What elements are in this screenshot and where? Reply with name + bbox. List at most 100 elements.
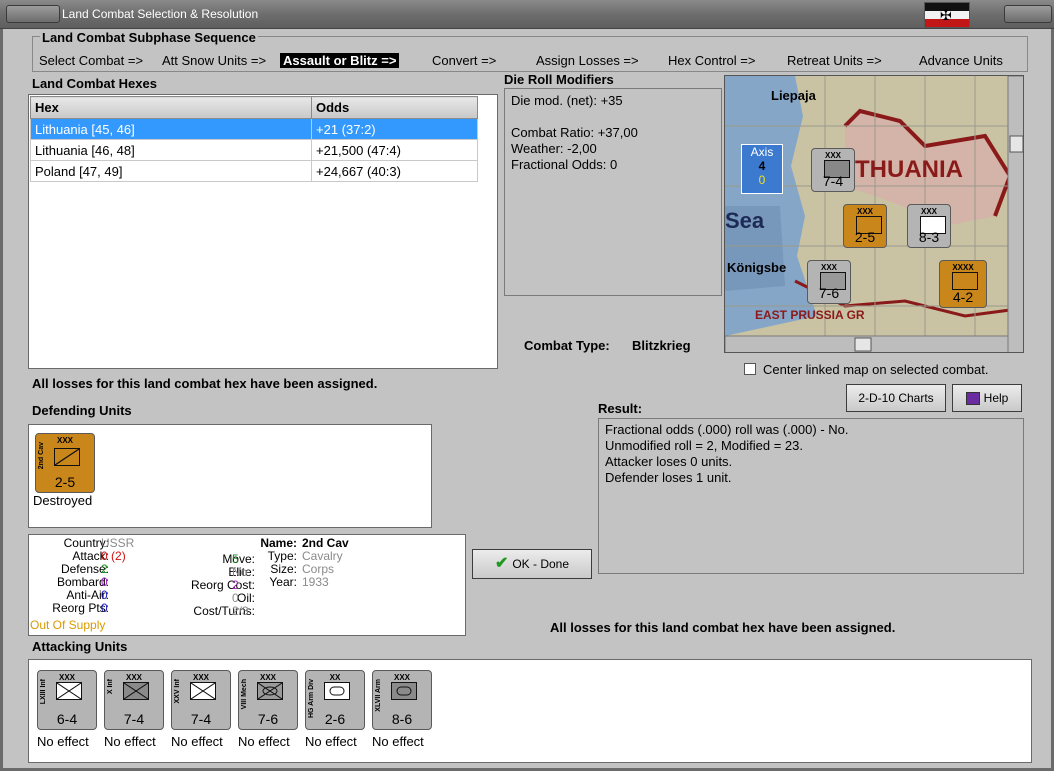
table-row[interactable]: Lithuania [45, 46] +21 (37:2)	[30, 118, 478, 140]
counter-strength: 7-4	[123, 711, 145, 727]
counter-unit-name: XXV Inf	[174, 679, 181, 704]
defending-units-panel: XXX 2nd Cav 2-5 Destroyed	[28, 424, 432, 528]
counter-strength: 2-6	[324, 711, 346, 727]
map-counter[interactable]: XXX 2-5	[843, 204, 887, 248]
counter-strength: 6-4	[56, 711, 78, 727]
table-row[interactable]: Poland [47, 49] +24,667 (40:3)	[30, 160, 478, 182]
attacking-unit-status: No effect	[171, 734, 223, 749]
center-map-checkbox[interactable]	[744, 363, 756, 375]
close-button[interactable]	[1004, 5, 1052, 23]
unit-info-panel: Country: Attack: Defense: Bombard: Anti-…	[28, 534, 466, 636]
mech-symbol-icon	[257, 682, 283, 700]
center-map-checkbox-label: Center linked map on selected combat.	[763, 362, 989, 377]
result-panel: Fractional odds (.000) roll was (.000) -…	[598, 418, 1024, 574]
table-row[interactable]: Lithuania [46, 48] +21,500 (47:4)	[30, 139, 478, 161]
attacking-unit-status: No effect	[372, 734, 424, 749]
help-book-icon	[965, 392, 980, 406]
odds-cell: +24,667 (40:3)	[311, 160, 478, 182]
hex-cell: Lithuania [46, 48]	[30, 139, 312, 161]
supply-status: Out Of Supply	[30, 618, 106, 632]
infantry-symbol-icon	[190, 682, 216, 700]
mini-map[interactable]: Liepaja Axis 4 0 THUANIA Sea Königsbe EA…	[724, 75, 1024, 353]
hexes-list[interactable]: Hex Odds Lithuania [45, 46] +21 (37:2) L…	[28, 94, 498, 369]
column-header-odds[interactable]: Odds	[311, 96, 478, 119]
map-counter[interactable]: XXX 7-4	[811, 148, 855, 192]
attack-extra: (2)	[111, 549, 126, 563]
reorgpts-label: Reorg Pts:	[52, 601, 109, 615]
counter-strength: 8-3	[918, 229, 940, 245]
axis-marker-sub: 0	[758, 173, 766, 187]
counter-strength: 4-2	[952, 289, 974, 305]
map-counter[interactable]: XXX 7-6	[807, 260, 851, 304]
modifier-line: Fractional Odds: 0	[511, 157, 618, 172]
odds-cell: +21 (37:2)	[311, 118, 478, 140]
help-button-label: Help	[983, 391, 1009, 405]
ok-done-button-label: OK - Done	[512, 557, 570, 571]
modifier-line: Combat Ratio: +37,00	[511, 125, 638, 140]
attacking-unit-counter[interactable]: XXX LXIII Inf 6-4	[37, 670, 97, 730]
defending-heading: Defending Units	[32, 403, 132, 418]
counter-strength: 2-5	[854, 229, 876, 245]
column-header-hex[interactable]: Hex	[30, 96, 312, 119]
counter-size: XXX	[920, 207, 937, 216]
counter-unit-name: X Inf	[107, 679, 114, 695]
attacking-unit-counter[interactable]: XXX VIII Mech 7-6	[238, 670, 298, 730]
map-label-lithuania: THUANIA	[855, 156, 963, 183]
seq-step-convert: Convert =>	[432, 53, 497, 68]
seq-step-att-snow-units: Att Snow Units =>	[162, 53, 267, 68]
counter-size: XXX	[824, 151, 841, 160]
modifier-line	[511, 109, 638, 125]
counter-unit-name: LXIII Inf	[40, 679, 47, 705]
map-counter[interactable]: XXXX 4-2	[939, 260, 987, 308]
combat-type-value: Blitzkrieg	[632, 338, 691, 353]
attacking-unit-status: No effect	[305, 734, 357, 749]
attacking-units-panel: XXX LXIII Inf 6-4 No effect XXX X Inf 7-…	[28, 659, 1032, 763]
counter-strength: 2-5	[54, 474, 76, 490]
ok-done-button[interactable]: ✔ OK - Done	[472, 549, 592, 579]
map-label-east-prussia: EAST PRUSSIA GR	[755, 308, 865, 322]
axis-marker: Axis 4 0	[741, 144, 783, 194]
attacker-slot: XXX VIII Mech 7-6 No effect	[234, 664, 298, 760]
armor-symbol-icon	[391, 682, 417, 700]
attacking-unit-counter[interactable]: XXX X Inf 7-4	[104, 670, 164, 730]
map-counter[interactable]: XXX 8-3	[907, 204, 951, 248]
checkmark-icon: ✔	[494, 555, 509, 572]
counter-strength: 7-6	[818, 285, 840, 301]
axis-marker-label: Axis	[750, 145, 774, 159]
infantry-symbol-icon	[952, 272, 978, 290]
armor-symbol-icon	[324, 682, 350, 700]
system-menu-button[interactable]	[6, 5, 60, 23]
year-label: Year:	[269, 575, 297, 589]
iron-cross-icon: ✠	[940, 7, 952, 23]
help-button[interactable]: Help	[952, 384, 1022, 412]
counter-strength: 7-6	[257, 711, 279, 727]
attacking-unit-status: No effect	[238, 734, 290, 749]
counter-size: XXXX	[952, 263, 974, 272]
combat-type-label: Combat Type:	[524, 338, 610, 353]
attacker-slot: XXX X Inf 7-4 No effect	[100, 664, 164, 760]
counter-unit-name: VIII Mech	[241, 679, 248, 710]
seq-step-retreat-units: Retreat Units =>	[787, 53, 882, 68]
map-label-konigsberg: Königsbe	[727, 260, 787, 275]
counter-size: XXX	[856, 207, 873, 216]
odds-cell: +21,500 (47:4)	[311, 139, 478, 161]
attacking-unit-counter[interactable]: XXX XLVII Arm 8-6	[372, 670, 432, 730]
seq-step-assault-or-blitz: Assault or Blitz =>	[280, 53, 400, 68]
title-bar: Land Combat Selection & Resolution ✠	[0, 0, 1054, 29]
attacking-unit-status: No effect	[104, 734, 156, 749]
result-heading: Result:	[598, 401, 643, 416]
modifiers-panel: Die mod. (net): +35 Combat Ratio: +37,00…	[504, 88, 722, 296]
status-top: All losses for this land combat hex have…	[32, 376, 378, 391]
attacking-unit-counter[interactable]: XX HG Arm Div 2-6	[305, 670, 365, 730]
attacking-unit-counter[interactable]: XXX XXV Inf 7-4	[171, 670, 231, 730]
counter-strength: 7-4	[190, 711, 212, 727]
defending-unit-counter[interactable]: XXX 2nd Cav 2-5	[35, 433, 95, 493]
reorgpts-value: 0	[101, 601, 108, 615]
counter-size: XXX	[820, 263, 837, 272]
result-line: Unmodified roll = 2, Modified = 23.	[605, 438, 803, 453]
map-label-liepaja: Liepaja	[771, 88, 816, 103]
attacking-unit-status: No effect	[37, 734, 89, 749]
defending-unit-status: Destroyed	[33, 493, 93, 508]
charts-button[interactable]: 2-D-10 Charts	[846, 384, 946, 412]
map-label-sea: Sea	[725, 208, 765, 233]
